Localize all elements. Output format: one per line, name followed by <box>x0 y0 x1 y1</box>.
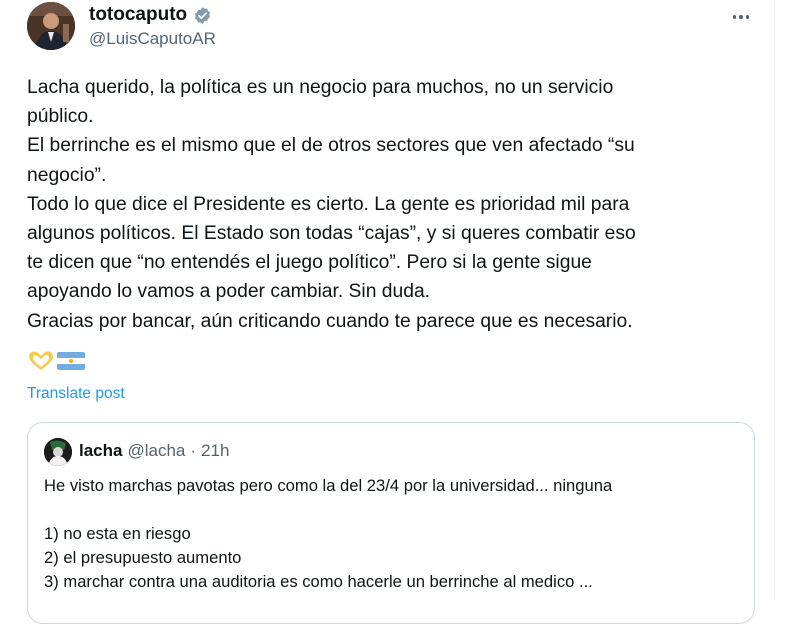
quoted-tweet-card[interactable]: lacha @lacha · 21h He visto marchas pavo… <box>27 422 755 624</box>
argentina-flag-emoji-icon <box>57 351 85 376</box>
quoted-line <box>44 498 744 522</box>
more-options-icon[interactable] <box>728 4 754 30</box>
author-name-row: totocaputo <box>89 3 212 27</box>
more-dot <box>745 15 750 19</box>
quoted-author-avatar[interactable] <box>44 438 72 466</box>
author-avatar[interactable] <box>27 2 75 50</box>
author-handle[interactable]: @LuisCaputoAR <box>89 29 216 49</box>
author-display-name[interactable]: totocaputo <box>89 4 187 26</box>
quoted-line: He visto marchas pavotas pero como la de… <box>44 476 613 495</box>
tweet-line: negocio”. <box>27 164 107 186</box>
more-dot <box>732 15 737 19</box>
emoji-row <box>27 350 85 376</box>
more-dot <box>739 15 743 19</box>
tweet-line: te dicen que “no entendés el juego polít… <box>27 252 592 274</box>
tweet-line: Gracias por bancar, aún criticando cuand… <box>27 310 633 332</box>
quoted-line: 1) no esta en riesgo <box>44 524 191 543</box>
tweet-text: Lacha querido, la política es un negocio… <box>27 73 757 336</box>
quoted-tweet-text: He visto marchas pavotas pero como la de… <box>44 474 744 594</box>
heart-hands-emoji-icon <box>27 350 55 377</box>
tweet-line: El berrinche es el mismo que el de otros… <box>27 135 635 157</box>
translate-post-link[interactable]: Translate post <box>27 385 125 403</box>
tweet-line: apoyando lo vamos a poder cambiar. Sin d… <box>27 281 431 303</box>
quoted-line: 2) el presupuesto aumento <box>44 548 242 567</box>
quoted-line: 3) marchar contra una auditoria es como … <box>44 572 593 591</box>
quoted-tweet-header: lacha @lacha · 21h <box>79 441 229 461</box>
tweet-line: Todo lo que dice el Presidente es cierto… <box>27 193 630 215</box>
quoted-timestamp[interactable]: 21h <box>201 441 229 461</box>
tweet-line: Lacha querido, la política es un negocio… <box>27 77 614 98</box>
meta-separator: · <box>190 441 197 460</box>
tweet-line: público. <box>27 106 94 128</box>
quoted-display-name[interactable]: lacha <box>79 441 122 461</box>
quoted-handle[interactable]: @lacha <box>127 441 185 461</box>
verified-badge-icon[interactable] <box>193 6 212 25</box>
tweet-line: algunos políticos. El Estado son todas “… <box>27 223 636 245</box>
profile-photo-icon <box>44 438 72 466</box>
profile-photo-icon <box>27 2 75 50</box>
column-divider <box>774 0 775 600</box>
